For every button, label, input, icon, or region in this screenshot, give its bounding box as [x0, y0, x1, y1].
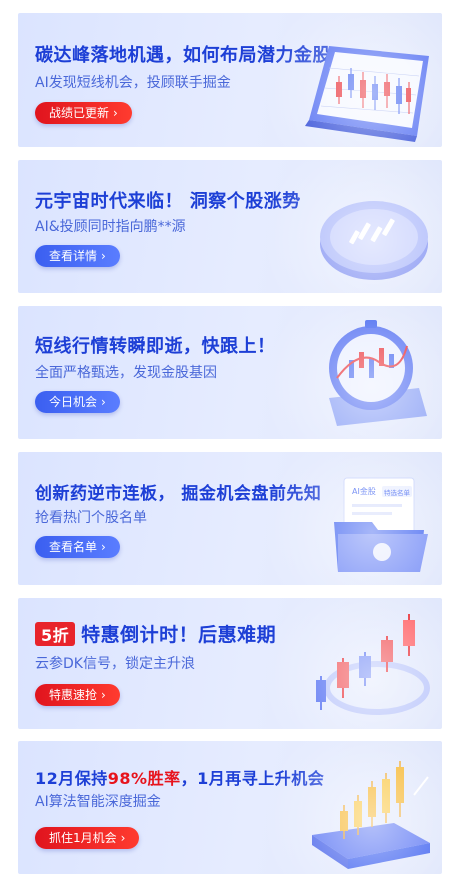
banner-title-suffix: ，1月再寻上升机会: [180, 769, 325, 788]
win-rate-highlight: 98%胜率: [107, 769, 181, 788]
discount-badge: 5折: [35, 622, 76, 646]
today-opportunity-button[interactable]: 今日机会 ›: [35, 391, 120, 413]
banner-title: 元宇宙时代来临！ 洞察个股涨势: [35, 191, 301, 212]
button-label: 战绩已更新: [49, 106, 110, 120]
stopwatch-chart-icon: [329, 320, 427, 426]
chevron-right-icon: ›: [101, 688, 106, 702]
button-label: 特惠速抢: [49, 688, 98, 702]
banner-title: 短线行情转瞬即逝，快跟上！: [35, 336, 276, 357]
button-label: 抓住1月机会: [49, 831, 117, 845]
banner-title-prefix: 12月保持: [35, 769, 108, 788]
chevron-right-icon: ›: [101, 249, 106, 263]
banner-title: 特惠倒计时！后惠难期: [81, 624, 277, 646]
candlestick-screen-icon: [305, 46, 429, 142]
view-list-button[interactable]: 查看名单 ›: [35, 536, 120, 558]
chevron-right-icon: ›: [120, 831, 126, 845]
banner-title-row: 12月保持98%胜率，1月再寻上升机会: [35, 765, 324, 789]
banner-title: 碳达峰落地机遇，如何布局潜力金股: [35, 45, 331, 66]
seize-january-button[interactable]: 抓住1月机会 ›: [35, 827, 140, 849]
banner-subtitle: AI算法智能深度掘金: [35, 794, 161, 810]
button-label: 查看详情: [49, 249, 98, 263]
view-details-button[interactable]: 查看详情 ›: [35, 245, 120, 267]
banner-subtitle: 抢看热门个股名单: [35, 510, 147, 526]
button-label: 查看名单: [49, 540, 98, 554]
banner-title: 创新药逆市连板， 掘金机会盘前先知: [35, 484, 322, 504]
banner-win-rate[interactable]: 12月保持98%胜率，1月再寻上升机会 AI算法智能深度掘金 抓住1月机会 ›: [18, 741, 442, 874]
folder-documents-icon: AI金股 特选名单: [334, 477, 428, 572]
grab-discount-button[interactable]: 特惠速抢 ›: [35, 684, 120, 706]
banner-innovative-drug[interactable]: 创新药逆市连板， 掘金机会盘前先知 抢看热门个股名单 查看名单 › AI金股 特选…: [18, 452, 442, 585]
candlestick-coin-icon: [320, 201, 428, 280]
rising-bars-icon: [316, 614, 430, 715]
doc-tag: 特选名单: [384, 488, 411, 497]
banner-subtitle: AI&投顾同时指向鹏**源: [35, 219, 186, 235]
banner-carbon-peak[interactable]: 碳达峰落地机遇，如何布局潜力金股 AI发现短线机会，投顾联手掘金 战绩已更新 ›: [18, 13, 442, 147]
banner-subtitle: 云参DK信号，锁定主升浪: [35, 656, 195, 672]
banner-subtitle: 全面严格甄选，发现金股基因: [35, 365, 217, 381]
gold-bars-platform-icon: [312, 761, 430, 869]
banner-short-term[interactable]: 短线行情转瞬即逝，快跟上！ 全面严格甄选，发现金股基因 今日机会 ›: [18, 306, 442, 439]
chevron-right-icon: ›: [101, 395, 106, 409]
button-label: 今日机会: [49, 395, 98, 409]
results-updated-button[interactable]: 战绩已更新 ›: [35, 102, 132, 124]
banner-title-row: 5折 特惠倒计时！后惠难期: [35, 620, 276, 647]
banner-metaverse[interactable]: 元宇宙时代来临！ 洞察个股涨势 AI&投顾同时指向鹏**源 查看详情 ›: [18, 160, 442, 293]
banner-subtitle: AI发现短线机会，投顾联手掘金: [35, 75, 231, 91]
doc-label: AI金股: [352, 486, 376, 496]
chevron-right-icon: ›: [113, 106, 118, 120]
banner-discount[interactable]: 5折 特惠倒计时！后惠难期 云参DK信号，锁定主升浪 特惠速抢 ›: [18, 598, 442, 729]
chevron-right-icon: ›: [101, 540, 106, 554]
